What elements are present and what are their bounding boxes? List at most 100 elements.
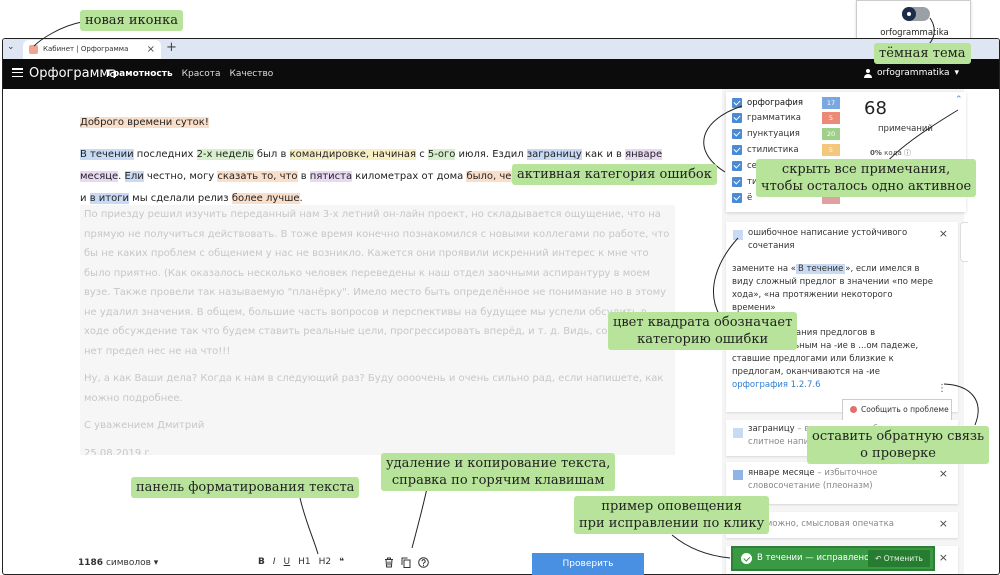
- undo-button[interactable]: ↶ Отменить: [868, 550, 930, 567]
- category-row[interactable]: грамматика: [732, 111, 801, 125]
- category-checkbox[interactable]: [732, 193, 742, 203]
- error-highlight[interactable]: сказать то, что: [217, 171, 298, 182]
- bold-button[interactable]: B: [258, 557, 265, 567]
- error-highlight[interactable]: заграницу: [526, 149, 582, 160]
- error-highlight[interactable]: В течении: [80, 149, 134, 160]
- close-icon[interactable]: ×: [939, 551, 948, 564]
- text-segment: .: [299, 193, 303, 204]
- code-percent: 0% кода ⓘ: [870, 149, 911, 157]
- new-tab-button[interactable]: +: [166, 39, 177, 57]
- tab-strip: ⌄ Кабинет | Орфограмма × +: [3, 39, 999, 59]
- report-icon: [850, 406, 857, 413]
- callout-hide-all: скрыть все примечания, чтобы осталось одн…: [756, 159, 977, 197]
- underline-button[interactable]: U: [284, 557, 291, 567]
- quote-button[interactable]: ❝: [339, 557, 344, 567]
- error-highlight[interactable]: более лучше: [231, 193, 300, 204]
- category-count-badge: 5: [822, 112, 840, 124]
- format-toolbar: B I U H1 H2 ❝: [258, 557, 344, 567]
- trash-icon[interactable]: [384, 557, 394, 568]
- text-segment: был в: [253, 149, 290, 160]
- text-editor[interactable]: Доброго времени суток! В течении последн…: [80, 112, 680, 210]
- text-tools: [384, 557, 429, 568]
- category-checkbox[interactable]: [732, 129, 742, 139]
- italic-button[interactable]: I: [273, 557, 276, 567]
- error-highlight[interactable]: пятиста: [309, 171, 353, 182]
- user-name: orfogrammatika: [877, 68, 950, 78]
- error-highlight[interactable]: командировке, начиная: [289, 149, 417, 160]
- category-count-badge: 5: [822, 144, 840, 156]
- char-count[interactable]: 1186 символов ▾: [78, 558, 158, 568]
- sun-icon: [902, 7, 916, 21]
- suggestion-chip[interactable]: В течение: [796, 264, 846, 274]
- category-label: стилистика: [747, 145, 799, 155]
- report-problem-button[interactable]: Сообщить о проблеме: [842, 399, 952, 421]
- error-highlight[interactable]: 2-х недель: [196, 149, 254, 160]
- category-count-badge: 20: [822, 128, 840, 140]
- h1-button[interactable]: H1: [298, 557, 311, 567]
- brand-logo[interactable]: Орфограмма: [29, 66, 117, 81]
- category-square-icon: [733, 428, 743, 438]
- category-checkbox[interactable]: [732, 161, 742, 171]
- text-segment: мы сделали релиз: [128, 193, 232, 204]
- theme-popup-username: orfogrammatika: [880, 28, 949, 38]
- h2-button[interactable]: H2: [319, 557, 332, 567]
- error-highlight[interactable]: в итоги: [89, 193, 129, 204]
- check-grammar-button[interactable]: Проверить грамотность: [532, 553, 644, 575]
- tab-close-icon[interactable]: ×: [147, 40, 155, 59]
- faded-paragraph: По приезду решил изучить переданный нам …: [84, 209, 671, 357]
- category-row[interactable]: пунктуация: [732, 127, 800, 141]
- char-count-chevron-icon: ▾: [153, 558, 159, 568]
- category-checkbox[interactable]: [732, 145, 742, 155]
- tab-list-chevron-icon[interactable]: ⌄: [7, 42, 19, 54]
- user-menu[interactable]: orfogrammatika ▾: [864, 68, 959, 78]
- callout-square-color: цвет квадрата обозначает категорию ошибки: [608, 312, 798, 350]
- faded-paragraph: С уважением Дмитрий: [84, 420, 205, 431]
- error-highlight[interactable]: январе: [625, 149, 663, 160]
- category-checkbox[interactable]: [732, 113, 742, 123]
- menu-icon[interactable]: [12, 68, 23, 78]
- panel-scroll-tab[interactable]: [960, 222, 968, 262]
- callout-dark-theme: тёмная тема: [874, 43, 971, 64]
- text-segment: километрах от дома: [352, 171, 467, 182]
- copy-icon[interactable]: [401, 557, 411, 568]
- user-chevron-icon: ▾: [954, 68, 959, 78]
- category-checkbox[interactable]: [732, 98, 742, 108]
- char-count-label: символов: [105, 558, 151, 568]
- greeting-line[interactable]: Доброго времени суток!: [80, 117, 209, 128]
- browser-tab[interactable]: Кабинет | Орфограмма ×: [23, 40, 161, 59]
- category-row[interactable]: ё: [732, 191, 752, 205]
- nav-gramotnost[interactable]: Грамотность: [107, 69, 173, 79]
- category-label: грамматика: [747, 113, 801, 123]
- char-count-value: 1186: [78, 558, 104, 568]
- rule-link[interactable]: орфография 1.2.7.6: [732, 379, 934, 392]
- category-row[interactable]: орфография: [732, 96, 803, 110]
- category-row[interactable]: ти: [732, 175, 757, 189]
- category-checkbox[interactable]: [732, 177, 742, 187]
- callout-format-panel: панель форматирования текста: [131, 477, 360, 498]
- unchecked-text-area[interactable]: По приезду решил изучить переданный нам …: [80, 205, 675, 455]
- error-highlight[interactable]: Ели: [124, 171, 144, 182]
- error-highlight[interactable]: месяце: [80, 171, 119, 182]
- error-highlight[interactable]: 5-ого: [427, 149, 456, 160]
- fix-toast: В течении — исправлено ↶ Отменить: [731, 546, 935, 571]
- callout-active-category: активная категория ошибок: [512, 164, 717, 185]
- collapse-all-icon[interactable]: ⌃: [955, 95, 963, 105]
- nav-kachestvo[interactable]: Качество: [230, 69, 274, 79]
- category-square-icon: [733, 230, 743, 240]
- dark-theme-toggle[interactable]: [902, 7, 930, 21]
- help-icon[interactable]: [418, 557, 429, 568]
- more-options-icon[interactable]: ⋮: [937, 383, 947, 394]
- nav-krasota[interactable]: Красота: [182, 69, 221, 79]
- text-segment: .: [118, 171, 125, 182]
- close-icon[interactable]: ×: [939, 517, 948, 530]
- category-label: орфография: [747, 98, 804, 108]
- faded-paragraph: Ну, а как Ваши дела? Когда к нам в следу…: [84, 373, 664, 404]
- category-row[interactable]: стилистика: [732, 143, 799, 157]
- text-segment: июля. Ездил: [455, 149, 527, 160]
- user-icon: [864, 68, 872, 78]
- text-segment: и: [80, 193, 90, 204]
- callout-new-icon: новая иконка: [80, 10, 184, 31]
- favicon-icon: [29, 45, 38, 54]
- close-icon[interactable]: ×: [939, 467, 948, 480]
- close-icon[interactable]: ×: [939, 227, 948, 240]
